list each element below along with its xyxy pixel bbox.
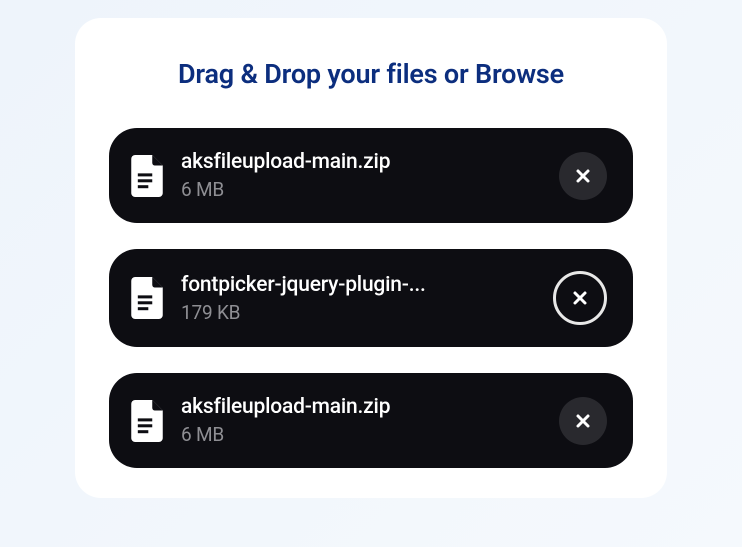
remove-button[interactable]	[553, 271, 607, 325]
file-icon	[131, 277, 163, 319]
remove-button[interactable]	[559, 397, 607, 445]
upload-card[interactable]: Drag & Drop your files or Browse aksfile…	[75, 18, 667, 498]
dropzone-heading[interactable]: Drag & Drop your files or Browse	[109, 58, 633, 90]
file-item: aksfileupload-main.zip 6 MB	[109, 373, 633, 468]
close-icon	[575, 413, 591, 429]
file-meta: aksfileupload-main.zip 6 MB	[181, 395, 541, 446]
file-name: aksfileupload-main.zip	[181, 150, 541, 174]
file-meta: fontpicker-jquery-plugin-... 179 KB	[181, 273, 535, 324]
file-icon	[131, 155, 163, 197]
file-meta: aksfileupload-main.zip 6 MB	[181, 150, 541, 201]
close-icon	[575, 168, 591, 184]
file-size: 6 MB	[181, 178, 541, 201]
remove-button[interactable]	[559, 152, 607, 200]
file-name: aksfileupload-main.zip	[181, 395, 541, 419]
file-name: fontpicker-jquery-plugin-...	[181, 273, 535, 297]
file-icon	[131, 400, 163, 442]
close-icon	[572, 290, 588, 306]
file-item: fontpicker-jquery-plugin-... 179 KB	[109, 249, 633, 347]
file-size: 179 KB	[181, 301, 535, 324]
file-item: aksfileupload-main.zip 6 MB	[109, 128, 633, 223]
file-size: 6 MB	[181, 423, 541, 446]
file-list: aksfileupload-main.zip 6 MB f	[109, 128, 633, 468]
